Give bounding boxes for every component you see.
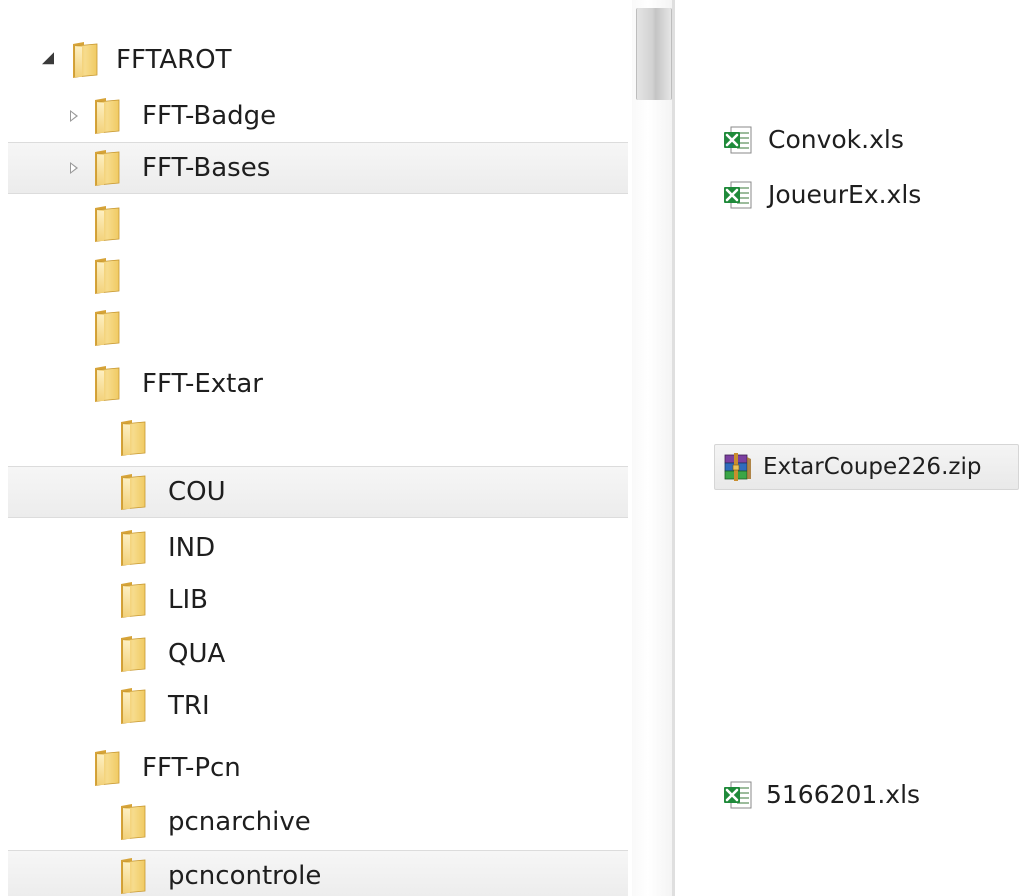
- tree-item-label: QUA: [168, 639, 226, 669]
- tree-item-fftarot[interactable]: FFTAROT: [8, 34, 628, 86]
- folder-icon: [92, 149, 122, 187]
- excel-file-icon: [722, 124, 754, 156]
- tree-item-tri[interactable]: TRI: [8, 680, 628, 732]
- tree-item-label: FFTAROT: [116, 45, 232, 75]
- tree-item-pcncontrole[interactable]: pcncontrole: [8, 850, 628, 896]
- folder-icon: [118, 473, 148, 511]
- folder-icon: [92, 749, 122, 787]
- tree-item-label: FFT-Pcn: [142, 753, 241, 783]
- tree-item-label: TRI: [168, 691, 210, 721]
- file-item-5166201[interactable]: 5166201.xls: [716, 772, 986, 818]
- tree-item-unnamed-1[interactable]: [8, 198, 628, 250]
- winrar-archive-icon: [721, 451, 753, 483]
- folder-tree-pane[interactable]: FFTAROT FFT-Badge FFT-Bases FFT-Extar CO…: [0, 0, 632, 896]
- pane-splitter[interactable]: [672, 0, 675, 896]
- tree-item-label: pcnarchive: [168, 807, 311, 837]
- folder-icon: [92, 365, 122, 403]
- tree-item-fft-bases[interactable]: FFT-Bases: [8, 142, 628, 194]
- folder-icon: [92, 97, 122, 135]
- file-explorer-window: FFTAROT FFT-Badge FFT-Bases FFT-Extar CO…: [0, 0, 1021, 896]
- tree-item-ind[interactable]: IND: [8, 522, 628, 574]
- file-item-label: ExtarCoupe226.zip: [763, 454, 982, 480]
- folder-icon: [118, 635, 148, 673]
- tree-item-label: LIB: [168, 585, 208, 615]
- tree-item-label: FFT-Extar: [142, 369, 263, 399]
- scrollbar-thumb[interactable]: [636, 8, 672, 100]
- folder-icon: [92, 205, 122, 243]
- folder-icon: [118, 803, 148, 841]
- tree-item-label: IND: [168, 533, 216, 563]
- tree-item-qua[interactable]: QUA: [8, 628, 628, 680]
- tree-item-unnamed-2[interactable]: [8, 250, 628, 302]
- folder-icon: [92, 309, 122, 347]
- folder-icon: [70, 41, 100, 79]
- tree-item-lib[interactable]: LIB: [8, 574, 628, 626]
- file-item-extarcoupe226[interactable]: ExtarCoupe226.zip: [714, 444, 1019, 490]
- tree-item-unnamed-3[interactable]: [8, 302, 628, 354]
- tree-item-unnamed-4[interactable]: [8, 412, 628, 464]
- tree-item-cou[interactable]: COU: [8, 466, 628, 518]
- tree-item-fft-extar[interactable]: FFT-Extar: [8, 358, 628, 410]
- tree-item-pcnarchive[interactable]: pcnarchive: [8, 796, 628, 848]
- folder-icon: [118, 419, 148, 457]
- tree-item-label: FFT-Badge: [142, 101, 277, 131]
- tree-item-label: pcncontrole: [168, 861, 322, 891]
- excel-file-icon: [722, 779, 754, 811]
- tree-item-fft-pcn[interactable]: FFT-Pcn: [8, 742, 628, 794]
- file-item-label: Convok.xls: [768, 125, 904, 154]
- file-list-pane[interactable]: Convok.xls JoueurEx.xls ExtarCoupe226.zi…: [676, 0, 1021, 896]
- file-item-joueurex[interactable]: JoueurEx.xls: [716, 172, 986, 218]
- folder-icon: [118, 581, 148, 619]
- tree-item-fft-badge[interactable]: FFT-Badge: [8, 90, 628, 142]
- folder-icon: [118, 529, 148, 567]
- expand-closed-icon[interactable]: [70, 162, 78, 174]
- file-item-label: 5166201.xls: [766, 780, 921, 809]
- excel-file-icon: [722, 179, 754, 211]
- expand-open-icon[interactable]: [42, 52, 54, 65]
- tree-item-label: COU: [168, 477, 226, 507]
- tree-item-label: FFT-Bases: [142, 153, 271, 183]
- expand-closed-icon[interactable]: [70, 110, 78, 122]
- folder-icon: [118, 687, 148, 725]
- folder-icon: [92, 257, 122, 295]
- file-item-label: JoueurEx.xls: [768, 180, 922, 209]
- tree-vertical-scrollbar[interactable]: [632, 0, 672, 896]
- folder-icon: [118, 857, 148, 895]
- file-item-convok[interactable]: Convok.xls: [716, 117, 986, 163]
